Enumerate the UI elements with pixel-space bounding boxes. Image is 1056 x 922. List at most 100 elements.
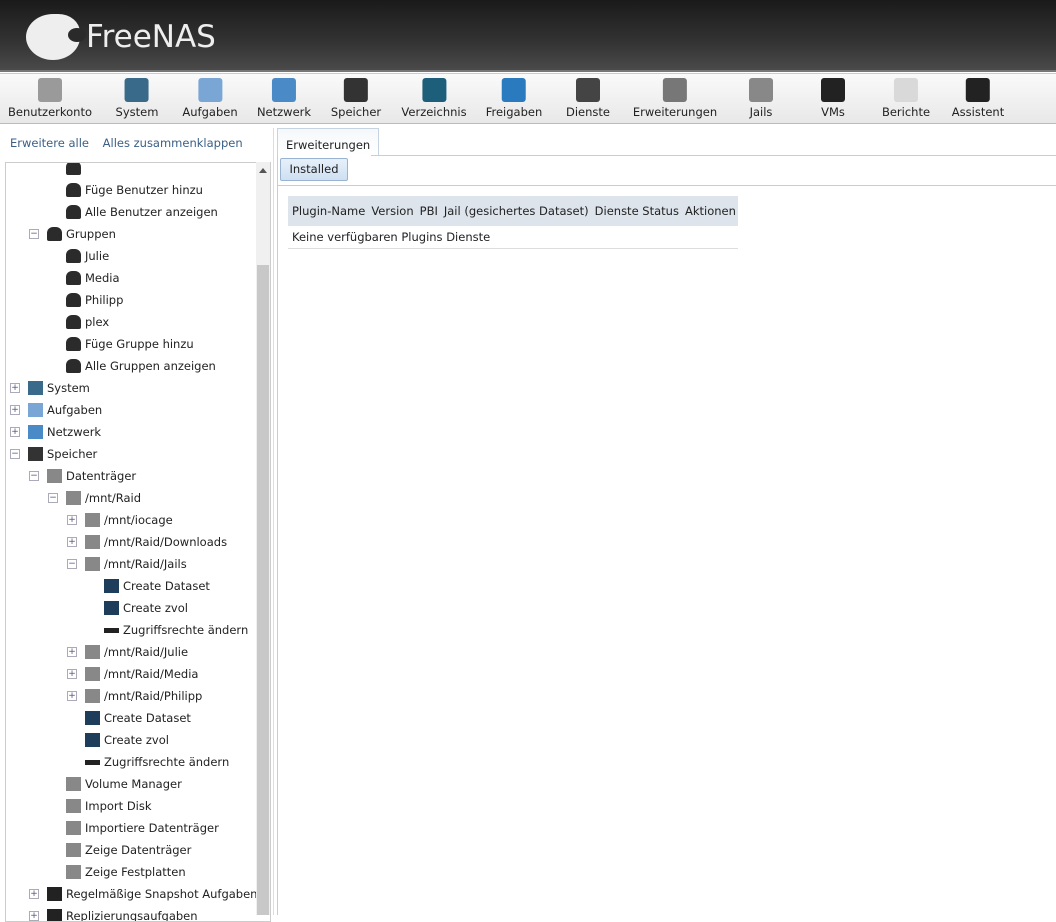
tree-item[interactable]: − /mnt/Raid/Jails xyxy=(6,553,256,575)
expand-icon[interactable]: + xyxy=(67,647,77,657)
installed-subtab-button[interactable]: Installed xyxy=(280,158,348,181)
toolbar-label: Speicher xyxy=(330,105,382,119)
tree-item[interactable]: Create zvol xyxy=(6,597,256,619)
disk-import-icon xyxy=(66,821,81,835)
collapse-icon[interactable]: − xyxy=(67,559,77,569)
tree-item[interactable]: + /mnt/iocage xyxy=(6,509,256,531)
tree-item[interactable]: Zeige Datenträger xyxy=(6,839,256,861)
tree-item[interactable]: + Aufgaben xyxy=(6,399,256,421)
toolbar-benutzerkonto[interactable]: Benutzerkonto xyxy=(8,78,92,119)
toolbar-jails[interactable]: Jails xyxy=(749,78,773,119)
tree-item[interactable]: + /mnt/Raid/Media xyxy=(6,663,256,685)
tree-item[interactable]: Füge Gruppe hinzu xyxy=(6,333,256,355)
tree-item-label: Zeige Festplatten xyxy=(85,865,186,879)
tree-item[interactable]: + Regelmäßige Snapshot Aufgaben xyxy=(6,883,258,905)
tree-item[interactable]: Julie xyxy=(6,245,256,267)
collapse-icon[interactable]: − xyxy=(48,493,58,503)
toolbar-label: Jails xyxy=(749,105,773,119)
tree-item[interactable]: + /mnt/Raid/Philipp xyxy=(6,685,256,707)
disk-search-icon xyxy=(66,865,81,879)
tree-item-label: System xyxy=(47,381,90,395)
tree-item[interactable]: Zeige Festplatten xyxy=(6,861,256,883)
tree-item[interactable]: Philipp xyxy=(6,289,256,311)
tree-item[interactable]: Zugriffsrechte ändern xyxy=(6,619,256,641)
toolbar-aufgaben[interactable]: Aufgaben xyxy=(182,78,238,119)
tree-item[interactable]: Importiere Datenträger xyxy=(6,817,256,839)
snapshot-icon xyxy=(47,887,62,901)
collapse-all-link[interactable]: Alles zusammenklappen xyxy=(103,136,243,150)
tree-item[interactable]: − /mnt/Raid xyxy=(6,487,256,509)
expand-icon[interactable]: + xyxy=(10,427,20,437)
tree-item-label: Füge Gruppe hinzu xyxy=(85,337,194,351)
toolbar-freigaben[interactable]: Freigaben xyxy=(485,78,543,119)
tree-item[interactable]: + /mnt/Raid/Julie xyxy=(6,641,256,663)
toolbar-label: Freigaben xyxy=(485,105,543,119)
group-icon xyxy=(66,293,81,307)
tree-item[interactable]: − Datenträger xyxy=(6,465,256,487)
toolbar-label: Benutzerkonto xyxy=(7,105,93,119)
expand-icon[interactable]: + xyxy=(29,889,39,899)
column-header[interactable]: Version xyxy=(367,196,416,226)
collapse-icon[interactable]: − xyxy=(29,229,39,239)
tree-item-label: Regelmäßige Snapshot Aufgaben xyxy=(66,887,258,901)
tree-item[interactable]: Import Disk xyxy=(6,795,256,817)
toolbar-verzeichnis[interactable]: Verzeichnis xyxy=(401,78,467,119)
expand-icon[interactable]: + xyxy=(10,383,20,393)
tree-item[interactable]: + Replizierungsaufgaben xyxy=(6,905,256,921)
sharing-icon xyxy=(501,78,526,102)
plugin-icon xyxy=(662,78,687,102)
expand-icon[interactable]: + xyxy=(67,669,77,679)
disk-icon xyxy=(85,535,100,549)
key-icon xyxy=(85,760,100,765)
toolbar-vms[interactable]: VMs xyxy=(821,78,845,119)
toolbar-label: Verzeichnis xyxy=(401,105,467,119)
toolbar-erweiterungen[interactable]: Erweiterungen xyxy=(633,78,717,119)
pane-splitter[interactable] xyxy=(273,128,276,915)
navigation-tree: Füge Benutzer hinzu Alle Benutzer anzeige… xyxy=(5,162,271,922)
tree-item[interactable]: Füge Benutzer hinzu xyxy=(6,179,256,201)
column-header[interactable]: Dienste Status xyxy=(590,196,681,226)
scrollbar-thumb[interactable] xyxy=(257,265,269,915)
expand-icon[interactable]: + xyxy=(67,537,77,547)
tree-item[interactable]: − Gruppen xyxy=(6,223,256,245)
column-header[interactable]: Plugin-Name xyxy=(288,196,368,226)
tree-item[interactable]: Alle Gruppen anzeigen xyxy=(6,355,256,377)
folder-icon xyxy=(28,447,43,461)
tree-item[interactable]: plex xyxy=(6,311,256,333)
toolbar-assistent[interactable]: Assistent xyxy=(952,78,1004,119)
tree-item[interactable]: + /mnt/Raid/Downloads xyxy=(6,531,256,553)
expand-all-link[interactable]: Erweitere alle xyxy=(10,136,89,150)
column-header[interactable]: Jail (gesichertes Dataset) xyxy=(439,196,591,226)
tree-item[interactable]: Create zvol xyxy=(6,729,256,751)
expand-icon[interactable]: + xyxy=(29,911,39,921)
tree-item[interactable]: Alle Benutzer anzeigen xyxy=(6,201,256,223)
tree-scrollbar[interactable] xyxy=(256,162,270,915)
tree-item[interactable]: + Netzwerk xyxy=(6,421,256,443)
column-header[interactable]: PBI xyxy=(415,196,440,226)
disk-icon xyxy=(47,469,62,483)
tree-item-label: Create Dataset xyxy=(104,711,191,725)
collapse-icon[interactable]: − xyxy=(29,471,39,481)
collapse-icon[interactable]: − xyxy=(10,449,20,459)
toolbar-system[interactable]: System xyxy=(116,78,158,119)
toolbar-speicher[interactable]: Speicher xyxy=(331,78,381,119)
main-toolbar: Benutzerkonto System Aufgaben Netzwerk Speic… xyxy=(0,73,1056,124)
tree-item[interactable] xyxy=(6,163,256,179)
tree-item[interactable]: Volume Manager xyxy=(6,773,256,795)
tree-item[interactable]: Create Dataset xyxy=(6,707,256,729)
tree-item[interactable]: Zugriffsrechte ändern xyxy=(6,751,256,773)
expand-icon[interactable]: + xyxy=(67,691,77,701)
tree-item[interactable]: + System xyxy=(6,377,256,399)
tree-item-label: Import Disk xyxy=(85,799,152,813)
tab-erweiterungen[interactable]: Erweiterungen xyxy=(277,128,380,156)
expand-icon[interactable]: + xyxy=(10,405,20,415)
tree-item[interactable]: − Speicher xyxy=(6,443,256,465)
toolbar-netzwerk[interactable]: Netzwerk xyxy=(257,78,311,119)
scroll-up-arrow-icon[interactable] xyxy=(259,168,267,173)
column-header[interactable]: Aktionen xyxy=(681,196,738,226)
toolbar-berichte[interactable]: Berichte xyxy=(882,78,930,119)
tree-item[interactable]: Create Dataset xyxy=(6,575,256,597)
tree-item[interactable]: Media xyxy=(6,267,256,289)
toolbar-dienste[interactable]: Dienste xyxy=(566,78,610,119)
expand-icon[interactable]: + xyxy=(67,515,77,525)
